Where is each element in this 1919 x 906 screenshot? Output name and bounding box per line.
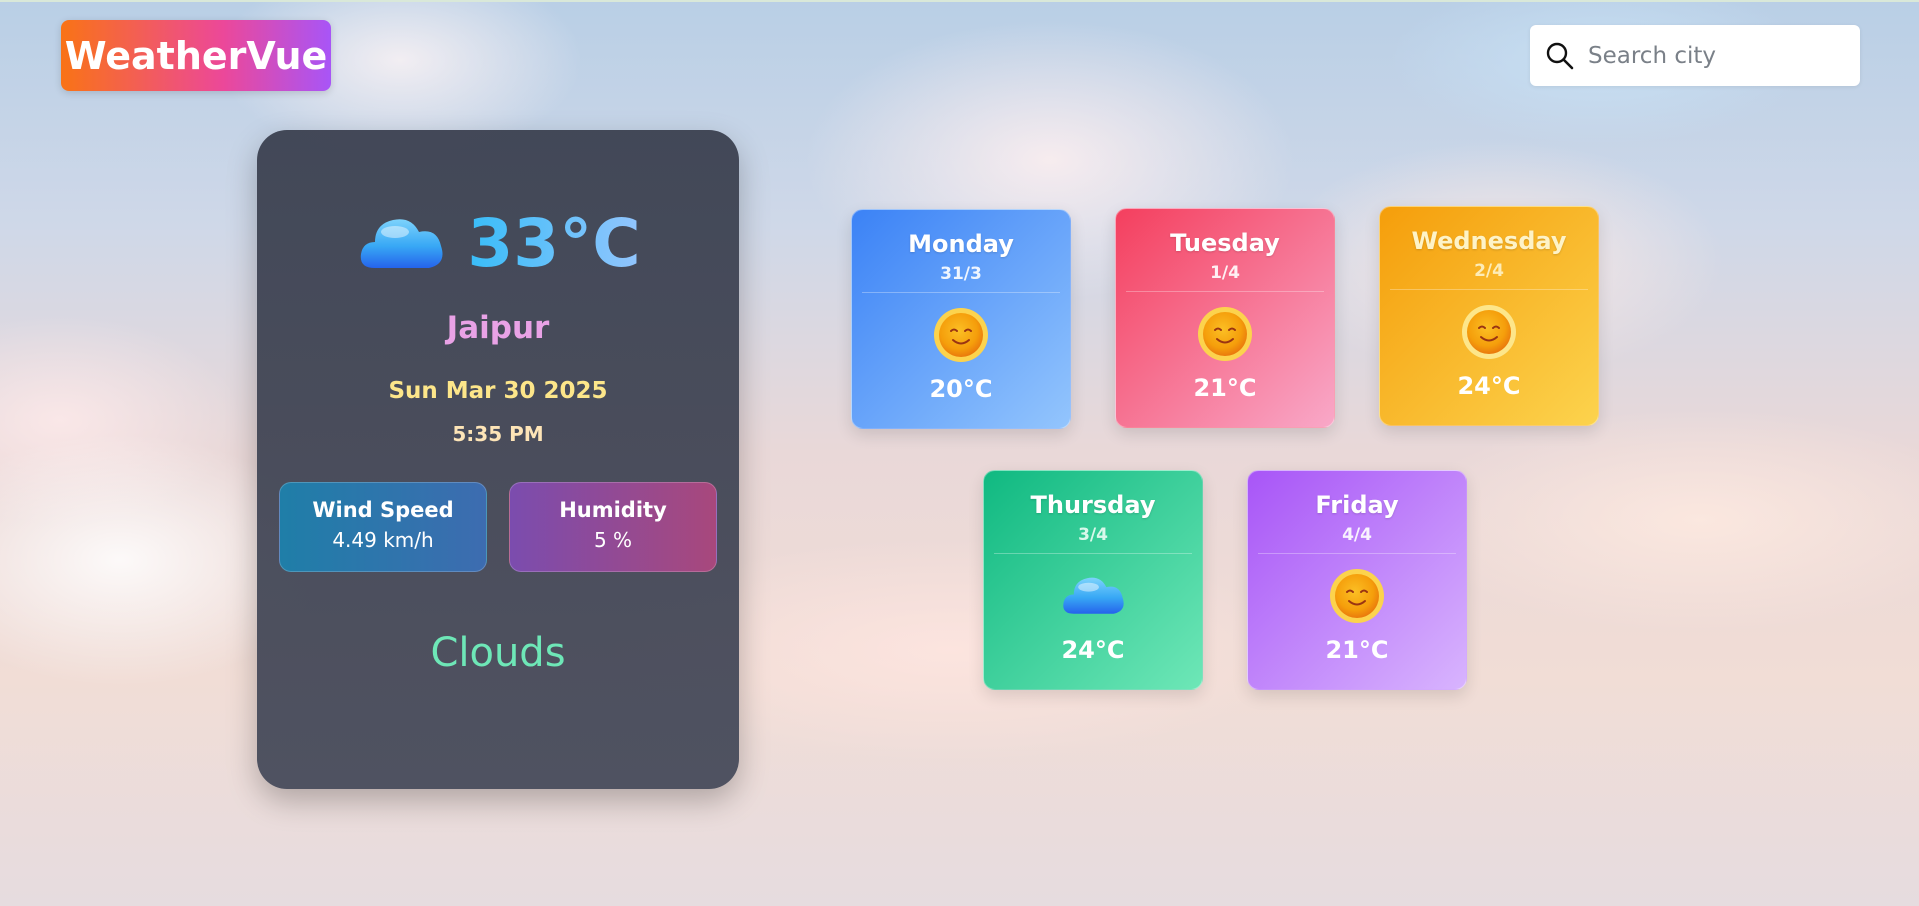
current-date: Sun Mar 30 2025: [388, 378, 608, 404]
search-icon[interactable]: [1544, 40, 1576, 72]
cloud-icon: [1063, 577, 1124, 614]
forecast-card-monday[interactable]: Monday 31/3 20°C: [851, 209, 1071, 429]
weather-condition: Clouds: [430, 630, 566, 676]
forecast-day: Wednesday: [1411, 227, 1567, 255]
sun-icon: [1462, 305, 1516, 359]
forecast-date: 2/4: [1474, 261, 1504, 281]
humidity-box: Humidity 5 %: [509, 482, 717, 572]
wind-speed-value: 4.49 km/h: [332, 528, 434, 552]
forecast-date: 1/4: [1210, 263, 1240, 283]
current-temp-row: 33°C: [257, 205, 739, 282]
city-name: Jaipur: [446, 310, 550, 346]
forecast-temp: 20°C: [929, 375, 993, 403]
forecast-temp: 24°C: [1061, 636, 1125, 664]
current-time: 5:35 PM: [452, 422, 544, 446]
forecast-day: Monday: [908, 230, 1014, 258]
forecast-card-thursday[interactable]: Thursday 3/4 24°C: [983, 470, 1203, 690]
forecast-day: Friday: [1315, 491, 1399, 519]
app-logo[interactable]: WeatherVue: [61, 20, 331, 91]
current-weather-card: 33°C Jaipur Sun Mar 30 2025 5:35 PM Wind…: [257, 130, 739, 789]
forecast-day: Thursday: [1030, 491, 1156, 519]
forecast-temp: 21°C: [1193, 374, 1257, 402]
search-input[interactable]: [1586, 41, 1850, 70]
forecast-card-friday[interactable]: Friday 4/4 21°C: [1247, 470, 1467, 690]
divider: [1258, 553, 1456, 554]
top-border: [0, 0, 1919, 2]
humidity-value: 5 %: [593, 528, 633, 552]
forecast-card-tuesday[interactable]: Tuesday 1/4 21°C: [1115, 208, 1335, 428]
humidity-label: Humidity: [559, 498, 667, 522]
wind-speed-box: Wind Speed 4.49 km/h: [279, 482, 487, 572]
divider: [1126, 291, 1324, 292]
forecast-date: 31/3: [940, 264, 982, 284]
forecast-date: 3/4: [1078, 525, 1108, 545]
cloud-icon: [361, 218, 443, 268]
current-temperature: 33°C: [467, 205, 641, 282]
divider: [994, 553, 1192, 554]
search-bar[interactable]: [1530, 25, 1860, 86]
divider: [1390, 289, 1588, 290]
forecast-card-wednesday[interactable]: Wednesday 2/4 24°C: [1379, 206, 1599, 426]
wind-speed-label: Wind Speed: [312, 498, 454, 522]
divider: [862, 292, 1060, 293]
forecast-date: 4/4: [1342, 525, 1372, 545]
app-logo-text: WeatherVue: [64, 33, 328, 78]
sun-icon: [934, 308, 988, 362]
sun-icon: [1330, 569, 1384, 623]
sun-icon: [1198, 307, 1252, 361]
forecast-temp: 24°C: [1457, 372, 1521, 400]
forecast-temp: 21°C: [1325, 636, 1389, 664]
forecast-day: Tuesday: [1170, 229, 1280, 257]
